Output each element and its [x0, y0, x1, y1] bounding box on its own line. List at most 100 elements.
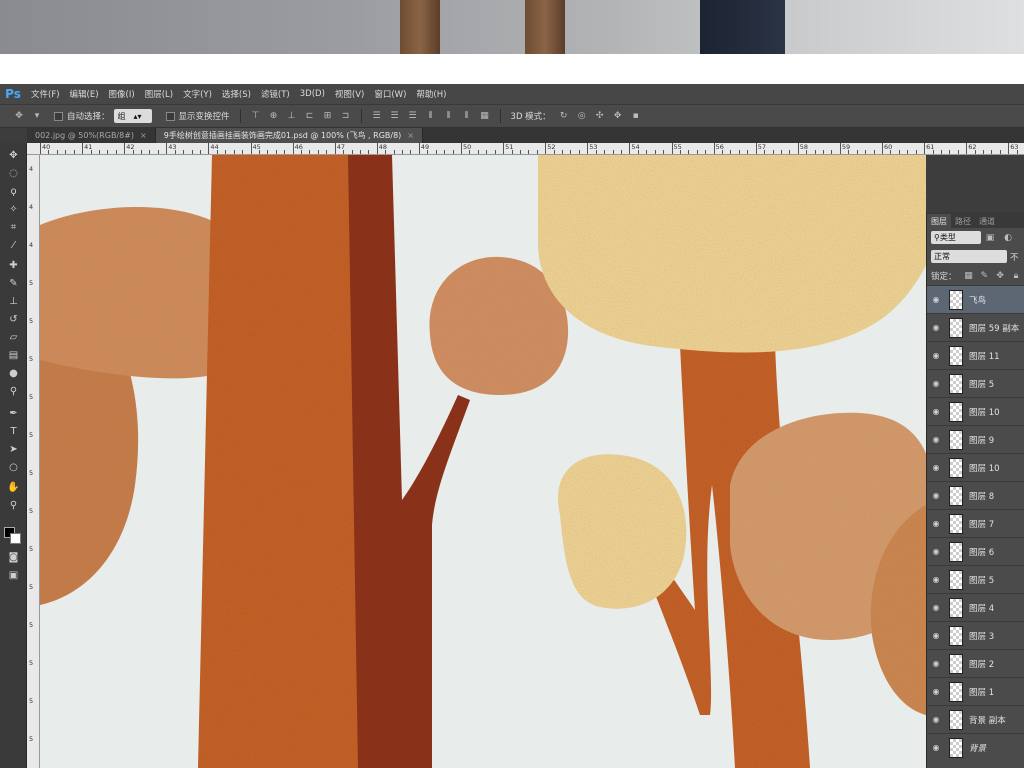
eye-icon[interactable]: ◉ — [927, 295, 945, 304]
layer-row[interactable]: ◉ 背景 — [927, 733, 1024, 761]
layer-row[interactable]: ◉ 图层 5 — [927, 369, 1024, 397]
layer-row[interactable]: ◉ 图层 3 — [927, 621, 1024, 649]
auto-select-dropdown[interactable]: 组 ▴▾ — [113, 109, 152, 123]
distribute-left-icon[interactable]: ⦀ — [425, 111, 437, 122]
eraser-tool-icon[interactable]: ▱ — [5, 329, 22, 345]
eye-icon[interactable]: ◉ — [927, 323, 945, 332]
menu-file[interactable]: 文件(F) — [26, 88, 65, 100]
background-color-swatch[interactable] — [10, 533, 21, 544]
brush-tool-icon[interactable]: ✎ — [5, 275, 22, 291]
eye-icon[interactable]: ◉ — [927, 575, 945, 584]
adjust-filter-icon[interactable]: ◐ — [1002, 232, 1014, 243]
lock-pixels-icon[interactable]: ▦ — [964, 270, 974, 281]
pen-tool-icon[interactable]: ✒ — [5, 405, 22, 421]
image-filter-icon[interactable]: ▣ — [984, 232, 996, 243]
eye-icon[interactable]: ◉ — [927, 687, 945, 696]
distribute-hcenter-icon[interactable]: ⦀ — [443, 111, 455, 122]
3d-drag-icon[interactable]: ✣ — [594, 111, 606, 122]
layer-row[interactable]: ◉ 图层 2 — [927, 649, 1024, 677]
distribute-bottom-icon[interactable]: ☰ — [407, 111, 419, 122]
layer-row[interactable]: ◉ 图层 59 副本 — [927, 313, 1024, 341]
menu-layer[interactable]: 图层(L) — [140, 88, 178, 100]
screen-mode-icon[interactable]: ▣ — [5, 567, 22, 583]
layer-row[interactable]: ◉ 背景 副本 — [927, 705, 1024, 733]
lock-paint-icon[interactable]: ✎ — [979, 270, 989, 281]
blur-tool-icon[interactable]: ● — [5, 365, 22, 381]
eye-icon[interactable]: ◉ — [927, 379, 945, 388]
layer-row[interactable]: ◉ 飞鸟 — [927, 285, 1024, 313]
eye-icon[interactable]: ◉ — [927, 463, 945, 472]
align-bottom-icon[interactable]: ⊥ — [286, 111, 298, 122]
auto-select-checkbox[interactable] — [54, 111, 63, 121]
clone-stamp-icon[interactable]: ⊥ — [5, 293, 22, 309]
move-tool-icon[interactable]: ✥ — [5, 147, 22, 163]
eye-icon[interactable]: ◉ — [927, 491, 945, 500]
healing-brush-icon[interactable]: ✚ — [5, 257, 22, 273]
eye-icon[interactable]: ◉ — [927, 519, 945, 528]
layer-row[interactable]: ◉ 图层 10 — [927, 453, 1024, 481]
eye-icon[interactable]: ◉ — [927, 631, 945, 640]
menu-image[interactable]: 图像(I) — [104, 88, 140, 100]
align-left-icon[interactable]: ⊏ — [304, 111, 316, 122]
eye-icon[interactable]: ◉ — [927, 407, 945, 416]
menu-3d[interactable]: 3D(D) — [295, 89, 330, 99]
align-top-icon[interactable]: ⊤ — [250, 111, 262, 122]
layer-row[interactable]: ◉ 图层 10 — [927, 397, 1024, 425]
layer-row[interactable]: ◉ 图层 7 — [927, 509, 1024, 537]
distribute-vcenter-icon[interactable]: ☰ — [389, 111, 401, 122]
move-tool-icon[interactable]: ✥ — [13, 111, 25, 122]
marquee-tool-icon[interactable]: ◌ — [5, 165, 22, 181]
menu-select[interactable]: 选择(S) — [217, 88, 256, 100]
3d-rotate-icon[interactable]: ↻ — [558, 111, 570, 122]
blend-mode-dropdown[interactable]: 正常 — [931, 250, 1007, 263]
eyedropper-tool-icon[interactable]: ⁄ — [5, 237, 22, 253]
eye-icon[interactable]: ◉ — [927, 435, 945, 444]
layer-row[interactable]: ◉ 图层 6 — [927, 537, 1024, 565]
align-vcenter-icon[interactable]: ⊕ — [268, 111, 280, 122]
horizontal-ruler[interactable]: 40 41 42 43 44 45 46 47 48 49 50 51 52 53 54 55 56 57 58 59… — [27, 143, 1024, 155]
menu-type[interactable]: 文字(Y) — [178, 88, 217, 100]
3d-scale-icon[interactable]: ▪ — [630, 111, 642, 122]
eye-icon[interactable]: ◉ — [927, 743, 945, 752]
show-transform-checkbox[interactable] — [165, 111, 175, 121]
menu-filter[interactable]: 滤镜(T) — [256, 88, 295, 100]
document-canvas[interactable] — [40, 155, 926, 768]
eye-icon[interactable]: ◉ — [927, 659, 945, 668]
crop-tool-icon[interactable]: ⌗ — [5, 219, 22, 235]
3d-roll-icon[interactable]: ◎ — [576, 111, 588, 122]
vertical-ruler[interactable]: 4 4 4 5 5 5 5 5 5 5 5 5 5 5 5 5 — [27, 155, 40, 768]
layer-row[interactable]: ◉ 图层 4 — [927, 593, 1024, 621]
menu-help[interactable]: 帮助(H) — [411, 88, 451, 100]
lock-move-icon[interactable]: ✥ — [995, 270, 1005, 281]
history-brush-icon[interactable]: ↺ — [5, 311, 22, 327]
tab-layers[interactable]: 图层 — [927, 214, 951, 228]
auto-align-icon[interactable]: ▦ — [479, 111, 491, 122]
layer-row[interactable]: ◉ 图层 1 — [927, 677, 1024, 705]
layer-row[interactable]: ◉ 图层 5 — [927, 565, 1024, 593]
tab-paths[interactable]: 路径 — [951, 214, 975, 228]
menu-window[interactable]: 窗口(W) — [369, 88, 411, 100]
dodge-tool-icon[interactable]: ⚲ — [5, 383, 22, 399]
menu-edit[interactable]: 编辑(E) — [65, 88, 104, 100]
hand-tool-icon[interactable]: ✋ — [5, 479, 22, 495]
menu-view[interactable]: 视图(V) — [330, 88, 369, 100]
quick-mask-icon[interactable]: ◙ — [5, 549, 22, 565]
eye-icon[interactable]: ◉ — [927, 603, 945, 612]
eye-icon[interactable]: ◉ — [927, 351, 945, 360]
zoom-tool-icon[interactable]: ⚲ — [5, 497, 22, 513]
close-icon[interactable]: × — [140, 131, 147, 140]
tab-002-jpg[interactable]: 002.jpg @ 50%(RGB/8#) × — [27, 128, 156, 143]
close-icon[interactable]: × — [407, 131, 414, 140]
align-right-icon[interactable]: ⊐ — [340, 111, 352, 122]
chevron-down-icon[interactable]: ▾ — [31, 111, 43, 122]
type-tool-icon[interactable]: T — [5, 423, 22, 439]
layer-row[interactable]: ◉ 图层 11 — [927, 341, 1024, 369]
distribute-top-icon[interactable]: ☰ — [371, 111, 383, 122]
layer-row[interactable]: ◉ 图层 8 — [927, 481, 1024, 509]
distribute-right-icon[interactable]: ⦀ — [461, 111, 473, 122]
lock-all-icon[interactable]: 🔒︎ — [1011, 270, 1021, 281]
layer-row[interactable]: ◉ 图层 9 — [927, 425, 1024, 453]
layer-filter-dropdown[interactable]: ⚲ 类型 — [931, 231, 981, 244]
tab-active-psd[interactable]: 9手绘树创意插画挂画装饰画完成01.psd @ 100% (飞鸟 , RGB/8… — [155, 128, 423, 143]
eye-icon[interactable]: ◉ — [927, 715, 945, 724]
